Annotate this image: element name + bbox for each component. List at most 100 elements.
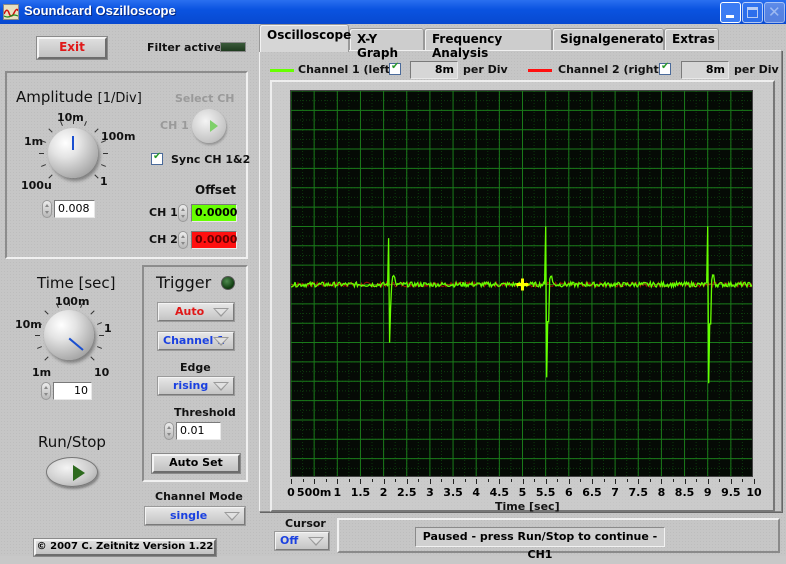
tab-frequency-analysis[interactable]: Frequency Analysis: [424, 28, 552, 60]
run-stop-button[interactable]: [46, 457, 98, 487]
x-tick-label: 4.5: [489, 486, 510, 499]
exit-button[interactable]: Exit: [37, 37, 107, 59]
sync-label: Sync CH 1&2: [171, 153, 251, 166]
tab-xy-graph[interactable]: X-Y Graph: [349, 28, 424, 60]
offset-ch2-input[interactable]: 0.0000: [191, 231, 237, 249]
channel1-per-div-input[interactable]: 8m: [410, 61, 458, 79]
amplitude-knob-needle: [72, 136, 74, 150]
offset-ch2-spinner[interactable]: [178, 231, 188, 249]
channel2-label: Channel 2 (right): [558, 63, 664, 76]
sync-checkbox[interactable]: [151, 151, 163, 165]
x-tick: [383, 479, 385, 484]
trigger-led: [221, 276, 235, 290]
channel-mode-dropdown[interactable]: single: [145, 507, 245, 525]
x-minor-tick: [510, 479, 512, 482]
auto-set-button[interactable]: Auto Set: [152, 454, 240, 473]
x-minor-tick: [441, 479, 443, 482]
amplitude-knob-tick: [73, 119, 74, 124]
channel1-checkbox[interactable]: [389, 61, 401, 75]
tab-extras[interactable]: Extras: [664, 28, 719, 50]
x-tick-label: 1.5: [350, 486, 371, 499]
filter-active-label: Filter active: [147, 41, 222, 54]
channel1-legend-line: [270, 69, 294, 72]
status-text: Paused - press Run/Stop to continue - CH…: [415, 527, 665, 561]
threshold-input[interactable]: 0.01: [176, 422, 221, 440]
x-minor-tick: [603, 479, 605, 482]
amplitude-knob-tick: [103, 153, 108, 154]
minimize-button[interactable]: [720, 2, 741, 23]
x-minor-tick: [672, 479, 674, 482]
x-tick-label: 7: [611, 486, 619, 499]
oscilloscope-plot[interactable]: [290, 90, 753, 477]
play-icon: [210, 120, 218, 132]
x-tick-label: 5.5: [535, 486, 556, 499]
x-axis-title: Time [sec]: [495, 500, 560, 513]
x-minor-tick: [302, 479, 304, 482]
threshold-spinner[interactable]: [164, 422, 174, 440]
trigger-mode-value: Auto: [175, 305, 205, 318]
time-spinner[interactable]: [41, 382, 51, 400]
x-minor-tick: [649, 479, 651, 482]
chevron-down-icon: [308, 537, 324, 546]
select-ch-value: CH 1: [160, 119, 189, 132]
offset-ch1-input[interactable]: 0.0000: [191, 204, 237, 222]
x-minor-tick: [348, 479, 350, 482]
x-tick: [730, 479, 732, 484]
tab-signalgenerator[interactable]: Signalgenerator: [552, 28, 669, 50]
x-tick-label: 2.5: [397, 486, 417, 499]
x-tick-label: 3: [426, 486, 434, 499]
x-tick: [545, 479, 547, 484]
x-tick-label: 3.5: [443, 486, 463, 499]
x-tick-label: 4: [472, 486, 481, 499]
cursor-dropdown[interactable]: Off: [275, 532, 329, 550]
trigger-mode-dropdown[interactable]: Auto: [158, 303, 234, 321]
chevron-down-icon: [213, 337, 229, 346]
minimize-icon: [726, 15, 734, 18]
cursor-value: Off: [280, 534, 299, 547]
x-minor-tick: [487, 479, 489, 482]
channel2-per-div-input[interactable]: 8m: [681, 61, 729, 79]
trigger-channel-dropdown[interactable]: Channel 1: [158, 332, 234, 350]
x-tick: [522, 479, 524, 484]
channel-mode-value: single: [170, 509, 208, 522]
edge-label: Edge: [180, 361, 211, 374]
select-ch-button[interactable]: [192, 109, 226, 143]
x-tick: [291, 479, 292, 484]
tab-oscilloscope[interactable]: Oscilloscope: [259, 24, 351, 52]
amplitude-value-input[interactable]: 0.008: [54, 200, 95, 218]
close-icon: ✕: [768, 3, 781, 21]
x-tick: [476, 479, 478, 484]
x-tick: [453, 479, 455, 484]
amp-tick-1: 1: [100, 175, 108, 188]
x-minor-tick: [464, 479, 466, 482]
offset-ch1-spinner[interactable]: [178, 204, 188, 222]
channel-mode-label: Channel Mode: [155, 490, 243, 503]
x-tick-label: 8.5: [674, 486, 695, 499]
app-icon: [3, 4, 19, 20]
x-tick-label: 1: [333, 486, 342, 499]
copyright-label: © 2007 C. Zeitnitz Version 1.22: [34, 539, 216, 556]
x-minor-tick: [372, 479, 374, 482]
time-value-input[interactable]: 10: [53, 382, 92, 400]
time-knob-body[interactable]: [44, 310, 94, 360]
x-tick-label: 0: [287, 486, 295, 499]
maximize-button[interactable]: [742, 2, 763, 23]
amplitude-spinner[interactable]: [42, 200, 52, 218]
x-tick: [638, 479, 640, 484]
channel2-legend-line: [528, 69, 552, 72]
run-stop-label: Run/Stop: [38, 433, 106, 451]
offset-ch1-label: CH 1: [149, 206, 178, 219]
x-minor-tick: [626, 479, 628, 482]
x-tick-label: 500m: [296, 486, 332, 499]
x-tick: [568, 479, 570, 484]
x-tick-label: 6: [564, 486, 573, 499]
x-tick: [360, 479, 362, 484]
close-button[interactable]: ✕: [764, 2, 785, 23]
channel2-checkbox[interactable]: [659, 61, 671, 75]
select-ch-label: Select CH: [175, 92, 235, 105]
x-tick-label: 5: [518, 486, 527, 499]
edge-value: rising: [173, 379, 209, 392]
edge-dropdown[interactable]: rising: [158, 377, 234, 395]
x-minor-tick: [557, 479, 559, 482]
time-tick-1m: 1m: [32, 366, 52, 379]
